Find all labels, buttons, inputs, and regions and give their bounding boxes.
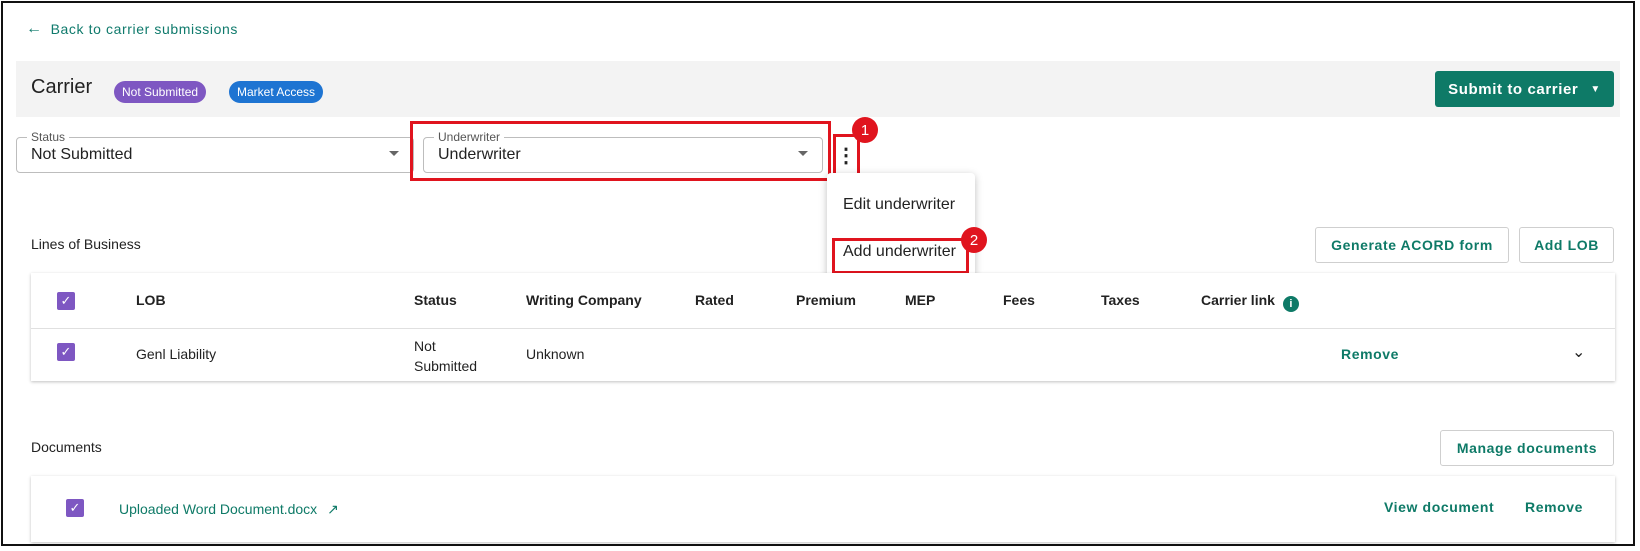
column-header-lob: LOB — [136, 292, 166, 308]
status-select-value: Not Submitted — [31, 146, 133, 163]
select-all-checkbox[interactable]: ✓ — [57, 292, 75, 310]
row-checkbox[interactable]: ✓ — [57, 343, 75, 361]
column-header-carrier-link: Carrier link i — [1201, 292, 1299, 312]
menu-item-edit-underwriter[interactable]: Edit underwriter — [843, 196, 955, 214]
underwriter-select-value: Underwriter — [438, 146, 521, 163]
column-header-taxes: Taxes — [1101, 292, 1140, 308]
column-header-premium: Premium — [796, 292, 856, 308]
status-badge: Not Submitted — [114, 81, 207, 103]
document-name: Uploaded Word Document.docx — [119, 501, 318, 517]
remove-document-button[interactable]: Remove — [1525, 499, 1583, 515]
status-cell: Not Submitted — [414, 336, 477, 376]
column-header-mep: MEP — [905, 292, 936, 308]
annotation-badge-1: 1 — [852, 117, 878, 143]
table-divider — [31, 328, 1615, 329]
column-header-rated: Rated — [695, 292, 734, 308]
column-header-writing-company: Writing Company — [526, 292, 642, 308]
status-select[interactable]: Status Not Submitted — [16, 130, 414, 173]
external-link-icon: ↗ — [327, 501, 339, 517]
underwriter-select[interactable]: Underwriter Underwriter — [423, 130, 823, 173]
writing-company-cell: Unknown — [526, 346, 585, 362]
document-link[interactable]: Uploaded Word Document.docx ↗ — [119, 501, 339, 518]
market-access-badge: Market Access — [229, 81, 324, 103]
page-title: Carrier — [31, 76, 93, 98]
view-document-button[interactable]: View document — [1384, 499, 1494, 515]
status-select-label: Status — [27, 130, 70, 144]
lob-table — [31, 273, 1615, 381]
carrier-link-label: Carrier link — [1201, 292, 1275, 308]
add-underwriter-highlight-box — [832, 238, 969, 274]
dropdown-arrow-icon — [798, 151, 808, 156]
column-header-fees: Fees — [1003, 292, 1035, 308]
documents-section-title: Documents — [31, 439, 102, 455]
status-cell-line2: Submitted — [414, 358, 478, 374]
lob-cell: Genl Liability — [136, 346, 217, 362]
back-link[interactable]: ← Back to carrier submissions — [26, 20, 238, 38]
underwriter-select-label: Underwriter — [434, 130, 505, 144]
document-checkbox[interactable]: ✓ — [66, 499, 84, 517]
submit-to-carrier-button[interactable]: Submit to carrier ▼ — [1435, 71, 1614, 107]
status-cell-line1: Not — [414, 338, 436, 354]
generate-acord-form-button[interactable]: Generate ACORD form — [1315, 227, 1509, 263]
arrow-left-icon: ← — [26, 20, 43, 37]
caret-down-icon: ▼ — [1590, 83, 1601, 95]
annotation-badge-2: 2 — [961, 227, 987, 253]
dropdown-arrow-icon — [389, 151, 399, 156]
submit-to-carrier-label: Submit to carrier — [1448, 80, 1579, 98]
info-icon[interactable]: i — [1282, 296, 1299, 312]
lob-section-title: Lines of Business — [31, 236, 141, 252]
more-options-icon[interactable]: ⋮ — [836, 142, 856, 170]
add-lob-button[interactable]: Add LOB — [1519, 227, 1614, 263]
chevron-down-icon[interactable]: ⌄ — [1572, 342, 1585, 362]
back-link-label: Back to carrier submissions — [50, 21, 238, 37]
remove-lob-button[interactable]: Remove — [1341, 346, 1399, 362]
column-header-status: Status — [414, 292, 457, 308]
manage-documents-button[interactable]: Manage documents — [1440, 430, 1614, 466]
